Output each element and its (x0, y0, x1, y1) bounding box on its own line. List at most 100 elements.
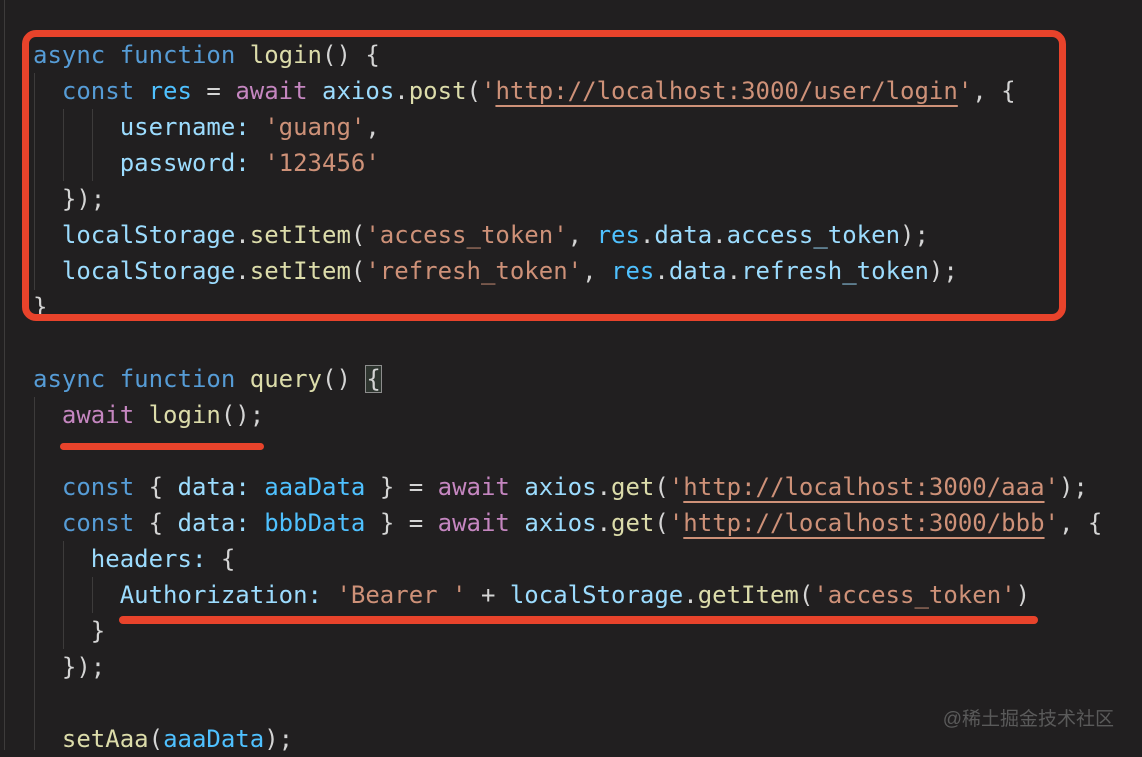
code-line: localStorage.setItem('access_token', res… (33, 217, 1142, 253)
url-link[interactable]: http://localhost:3000/bbb (683, 509, 1044, 537)
code-token: () { (322, 41, 380, 69)
code-token: } (33, 293, 47, 321)
code-token (250, 149, 264, 177)
code-token: ( (654, 473, 668, 501)
code-token: localStorage (62, 221, 235, 249)
code-token: . (654, 257, 668, 285)
code-token: setItem (250, 221, 351, 249)
code-token: }); (33, 185, 105, 213)
code-token: , { (1059, 509, 1102, 537)
code-line: localStorage.setItem('refresh_token', re… (33, 253, 1142, 289)
code-line: }); (33, 181, 1142, 217)
code-token: Authorization: (120, 581, 322, 609)
code-line: await login(); (33, 397, 1142, 433)
code-token (235, 41, 249, 69)
code-token (33, 257, 62, 285)
code-token (250, 509, 264, 537)
code-token (134, 401, 148, 429)
code-token: . (597, 473, 611, 501)
code-token: function (120, 41, 236, 69)
code-token: 'access_token' (365, 221, 567, 249)
code-token: + (467, 581, 510, 609)
code-token: headers: (91, 545, 207, 573)
code-token: ( (467, 77, 481, 105)
code-token: await (438, 473, 510, 501)
code-token: } (33, 617, 105, 645)
code-token: await (438, 509, 510, 537)
code-token: ( (351, 221, 365, 249)
code-line: Authorization: 'Bearer ' + localStorage.… (33, 577, 1142, 613)
code-token: ' (958, 77, 972, 105)
code-line: password: '123456' (33, 145, 1142, 181)
code-token (235, 365, 249, 393)
code-token: ( (654, 509, 668, 537)
code-line: const { data: bbbData } = await axios.ge… (33, 505, 1142, 541)
code-token: await (62, 401, 134, 429)
code-token: . (640, 221, 654, 249)
code-line: headers: { (33, 541, 1142, 577)
code-token (33, 581, 120, 609)
code-token: . (394, 77, 408, 105)
code-token: , (582, 257, 611, 285)
url-link[interactable]: http://localhost:3000/aaa (683, 473, 1044, 501)
code-token: login (149, 401, 221, 429)
code-line: async function query() { (33, 361, 1142, 397)
code-token: localStorage (510, 581, 683, 609)
code-token: ); (1059, 473, 1088, 501)
code-token: refresh_token (741, 257, 929, 285)
code-token: access_token (727, 221, 900, 249)
code-token: 'refresh_token' (365, 257, 582, 285)
code-token: res (149, 77, 192, 105)
code-token: () (322, 365, 365, 393)
code-token (33, 545, 91, 573)
code-token: ) (1016, 581, 1030, 609)
code-token: ' (1045, 473, 1059, 501)
code-token: axios (322, 77, 394, 105)
code-token: async (33, 365, 105, 393)
code-token: get (611, 473, 654, 501)
code-token: const (62, 77, 134, 105)
code-token: axios (524, 509, 596, 537)
code-token: setAaa (62, 725, 149, 753)
code-token: { (365, 365, 381, 393)
code-token: ' (1045, 509, 1059, 537)
code-token (322, 581, 336, 609)
code-token (33, 149, 120, 177)
code-token (105, 41, 119, 69)
code-token (33, 509, 62, 537)
code-token: '123456' (264, 149, 380, 177)
code-token: ( (351, 257, 365, 285)
code-token: localStorage (62, 257, 235, 285)
code-token: ' (669, 473, 683, 501)
code-token: getItem (698, 581, 799, 609)
code-token: aaaData (163, 725, 264, 753)
code-lines[interactable]: async function login() { const res = awa… (0, 37, 1142, 757)
code-token: . (727, 257, 741, 285)
code-line: } (33, 289, 1142, 325)
code-token: aaaData (264, 473, 365, 501)
url-link[interactable]: http://localhost:3000/user/login (495, 77, 957, 105)
code-token: }); (33, 653, 105, 681)
code-token (250, 473, 264, 501)
code-token: get (611, 509, 654, 537)
code-line: } (33, 613, 1142, 649)
code-token (510, 509, 524, 537)
code-token: username: (120, 113, 250, 141)
code-token: } = (365, 473, 437, 501)
code-line (33, 433, 1142, 469)
code-token: ); (264, 725, 293, 753)
code-token: function (120, 365, 236, 393)
code-editor[interactable]: async function login() { const res = awa… (0, 0, 1142, 750)
code-token: ' (481, 77, 495, 105)
code-token: post (409, 77, 467, 105)
code-token (33, 473, 62, 501)
code-token: . (597, 509, 611, 537)
code-token: { (206, 545, 235, 573)
code-token: , (568, 221, 597, 249)
code-token: { (134, 473, 177, 501)
code-line: }); (33, 649, 1142, 685)
code-line: const { data: aaaData } = await axios.ge… (33, 469, 1142, 505)
code-token (33, 77, 62, 105)
code-token: res (611, 257, 654, 285)
code-token (33, 725, 62, 753)
